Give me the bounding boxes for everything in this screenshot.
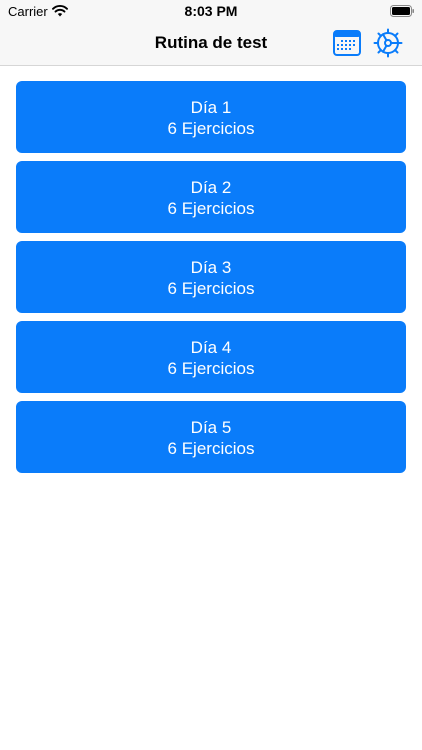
day-card-2[interactable]: Día 2 6 Ejercicios bbox=[16, 161, 406, 233]
day-title: Día 4 bbox=[190, 338, 232, 357]
calendar-icon bbox=[333, 30, 361, 56]
day-card-1[interactable]: Día 1 6 Ejercicios bbox=[16, 81, 406, 153]
navigation-bar: Rutina de test bbox=[0, 22, 422, 66]
top-chrome: Carrier 8:03 PM Rutina de test bbox=[0, 0, 422, 66]
calendar-button[interactable] bbox=[332, 28, 362, 58]
day-title: Día 2 bbox=[190, 178, 232, 197]
day-title: Día 5 bbox=[190, 418, 232, 437]
day-title: Día 1 bbox=[190, 98, 232, 117]
exercise-count: 6 Ejercicios bbox=[167, 119, 255, 138]
app-screen: Carrier 8:03 PM Rutina de test Día 1 6 E… bbox=[0, 0, 422, 750]
day-card-5[interactable]: Día 5 6 Ejercicios bbox=[16, 401, 406, 473]
day-card-4[interactable]: Día 4 6 Ejercicios bbox=[16, 321, 406, 393]
status-time: 8:03 PM bbox=[184, 3, 238, 19]
settings-button[interactable] bbox=[373, 28, 403, 58]
day-list: Día 1 6 Ejercicios Día 2 6 Ejercicios Dí… bbox=[16, 81, 406, 481]
exercise-count: 6 Ejercicios bbox=[167, 439, 255, 458]
battery-full-icon bbox=[390, 5, 414, 17]
status-bar: Carrier 8:03 PM bbox=[0, 0, 422, 22]
day-title: Día 3 bbox=[190, 258, 232, 277]
gear-icon bbox=[373, 28, 403, 58]
day-card-3[interactable]: Día 3 6 Ejercicios bbox=[16, 241, 406, 313]
exercise-count: 6 Ejercicios bbox=[167, 199, 255, 218]
exercise-count: 6 Ejercicios bbox=[167, 359, 255, 378]
exercise-count: 6 Ejercicios bbox=[167, 279, 255, 298]
